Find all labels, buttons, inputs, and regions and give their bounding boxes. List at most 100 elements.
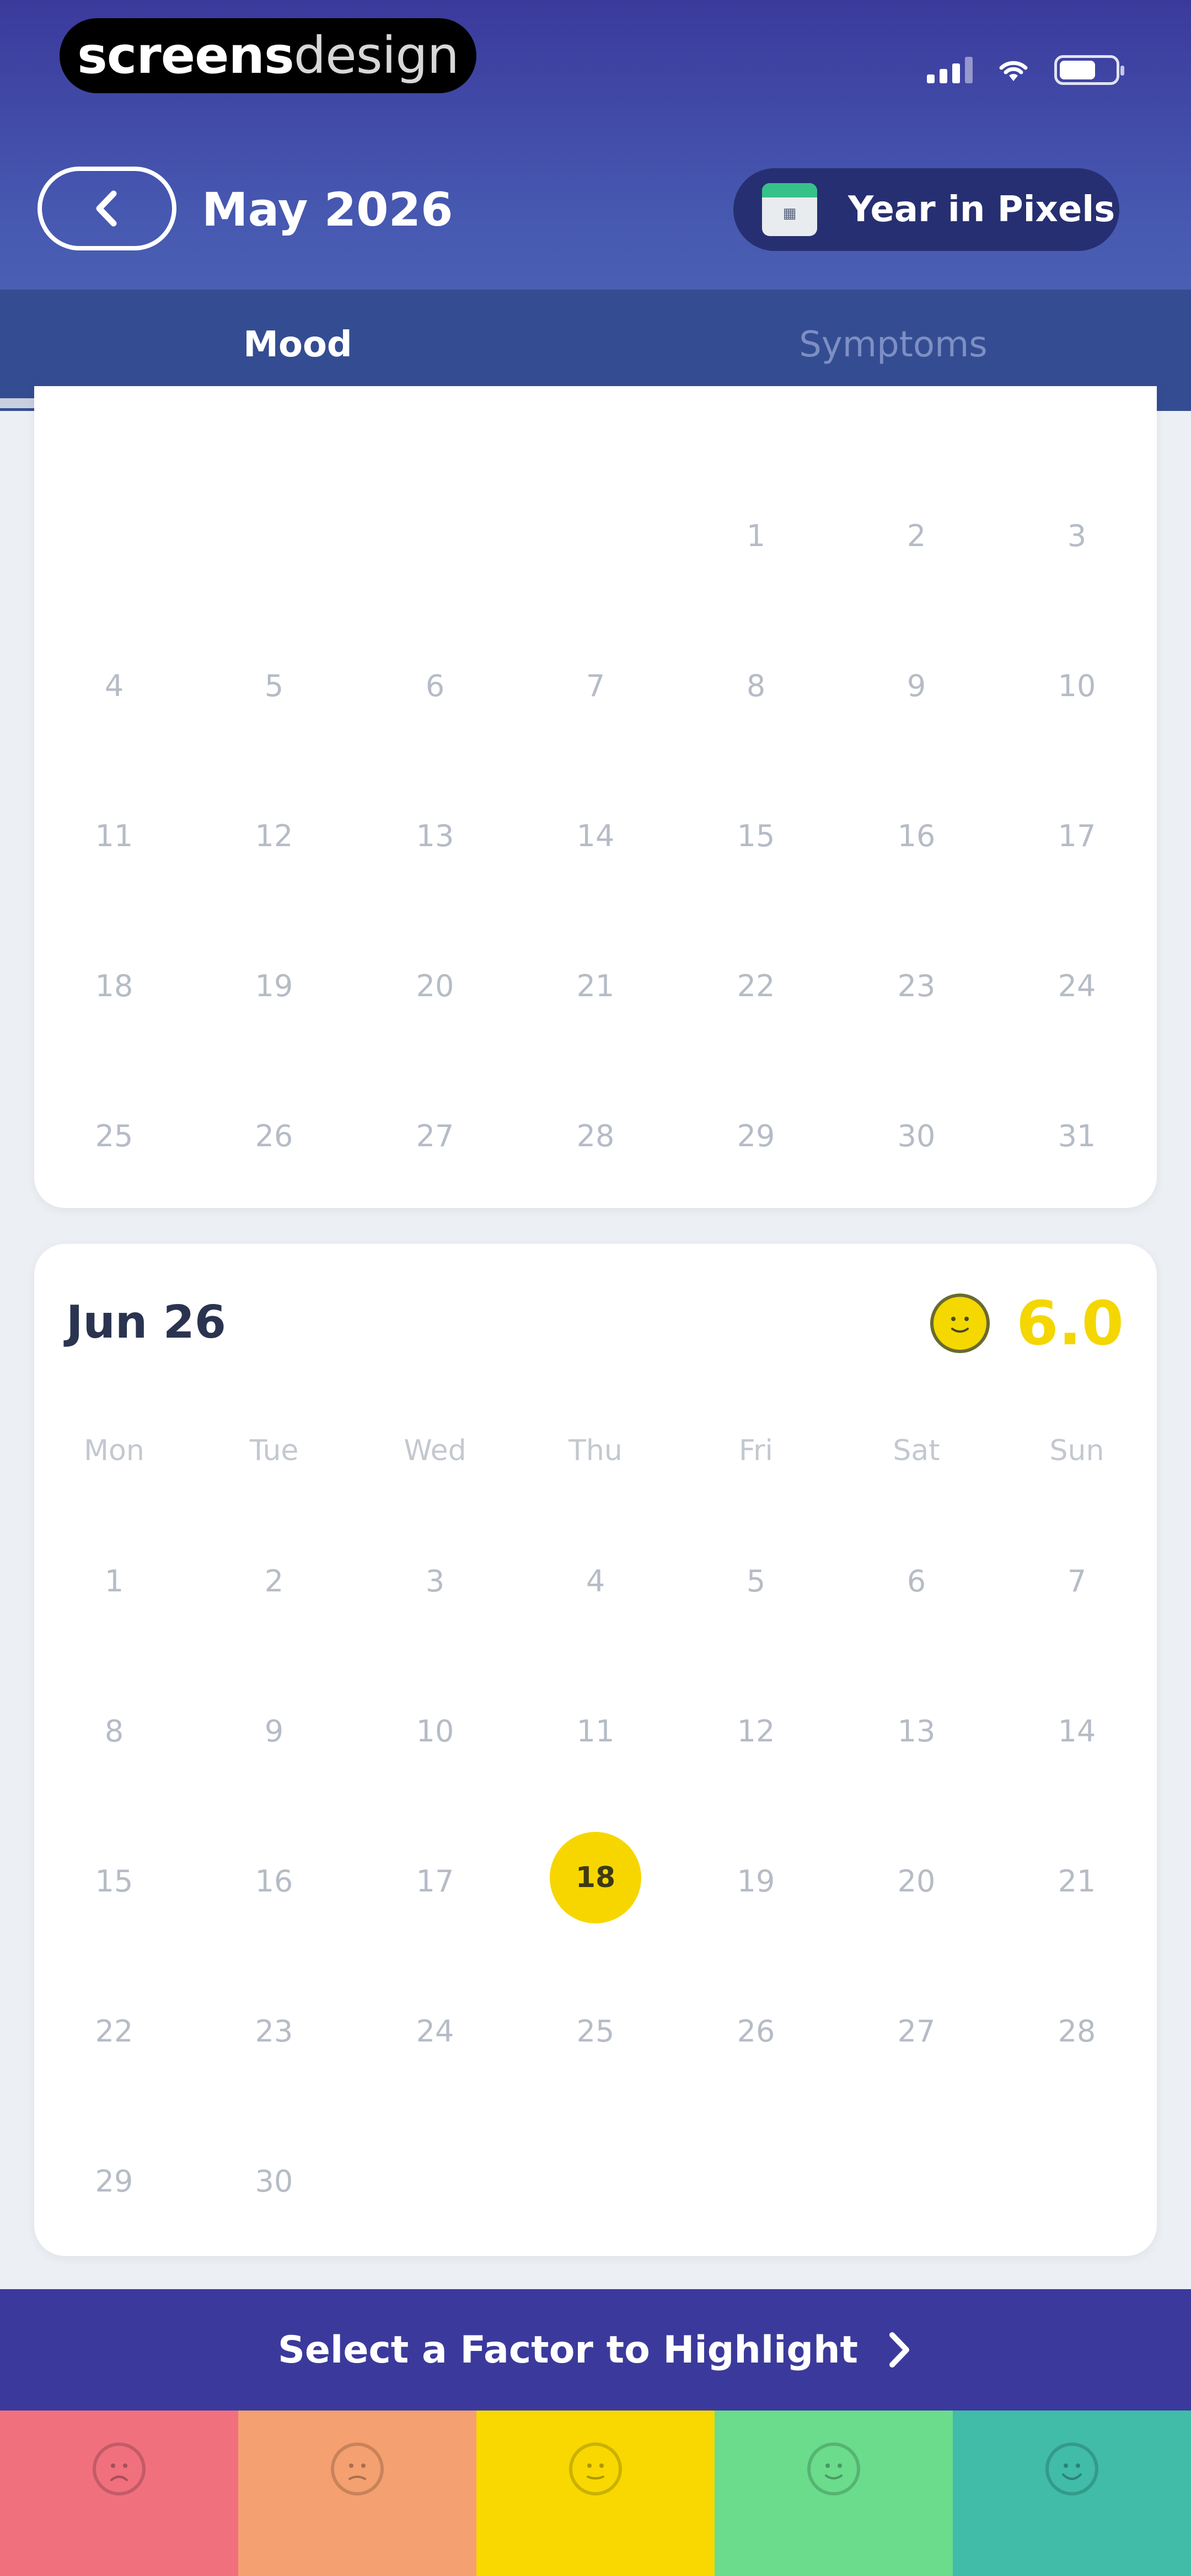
- average-mood-value: 6.0: [1016, 1288, 1124, 1359]
- may-day-cell[interactable]: 7: [516, 669, 675, 703]
- neutral-face-icon: [569, 2443, 622, 2495]
- may-calendar-card: 1 2 3 4 5 6 7 8 9 10 11 12 13 14 15 16 17 18 19 20 21 22 23 24 2…: [34, 386, 1157, 1208]
- average-mood: 6.0: [930, 1288, 1124, 1359]
- june-day-cell[interactable]: 10: [355, 1714, 515, 1749]
- june-day-cell[interactable]: 12: [676, 1714, 836, 1749]
- chevron-left-icon: [96, 190, 117, 227]
- weekday-label: Tue: [249, 1434, 299, 1467]
- select-factor-label: Select a Factor to Highlight: [277, 2328, 859, 2372]
- happy-face-icon: [807, 2443, 860, 2495]
- june-day-cell[interactable]: 13: [836, 1714, 996, 1749]
- very-happy-face-icon: [1045, 2443, 1098, 2495]
- june-day-cell[interactable]: 9: [194, 1714, 354, 1749]
- june-day-cell[interactable]: 7: [997, 1564, 1157, 1599]
- june-day-cell[interactable]: 29: [34, 2164, 194, 2199]
- wifi-icon: [997, 57, 1030, 83]
- june-day-cell[interactable]: 16: [194, 1864, 354, 1899]
- may-day-cell[interactable]: 6: [355, 669, 515, 703]
- mood-scale: [0, 2411, 1191, 2576]
- june-day-cell[interactable]: 17: [355, 1864, 515, 1899]
- weekday-label: Fri: [739, 1434, 773, 1467]
- may-day-cell[interactable]: 1: [676, 519, 836, 553]
- weekday-label: Wed: [404, 1434, 466, 1467]
- may-day-cell[interactable]: 21: [516, 969, 675, 1003]
- may-day-cell[interactable]: 10: [997, 669, 1157, 703]
- may-day-cell[interactable]: 3: [997, 519, 1157, 553]
- weekday-label: Thu: [568, 1434, 623, 1467]
- june-day-cell[interactable]: 6: [836, 1564, 996, 1599]
- may-day-cell[interactable]: 9: [836, 669, 996, 703]
- year-in-pixels-label: Year in Pixels: [848, 189, 1115, 230]
- june-day-cell[interactable]: 5: [676, 1564, 836, 1599]
- may-day-cell[interactable]: 27: [355, 1119, 515, 1153]
- chevron-right-icon: [889, 2332, 910, 2367]
- may-day-cell[interactable]: 4: [34, 669, 194, 703]
- selected-day[interactable]: 18: [550, 1832, 641, 1923]
- weekday-label: Sun: [1049, 1434, 1104, 1467]
- june-day-cell[interactable]: 8: [34, 1714, 194, 1749]
- may-day-cell[interactable]: 17: [997, 819, 1157, 853]
- june-day-cell[interactable]: 28: [997, 2014, 1157, 2049]
- june-day-cell[interactable]: 2: [194, 1564, 354, 1599]
- very-sad-face-icon: [93, 2443, 146, 2495]
- mood-option[interactable]: [238, 2411, 476, 2576]
- june-day-cell[interactable]: 24: [355, 2014, 515, 2049]
- june-day-cell[interactable]: 26: [676, 2014, 836, 2049]
- mood-option[interactable]: [476, 2411, 715, 2576]
- may-day-cell[interactable]: 12: [194, 819, 354, 853]
- may-day-cell[interactable]: 19: [194, 969, 354, 1003]
- june-day-cell[interactable]: 4: [516, 1564, 675, 1599]
- sad-face-icon: [331, 2443, 384, 2495]
- may-day-cell[interactable]: 25: [34, 1119, 194, 1153]
- june-day-cell[interactable]: 27: [836, 2014, 996, 2049]
- mood-option[interactable]: [715, 2411, 953, 2576]
- may-day-cell[interactable]: 15: [676, 819, 836, 853]
- page-title: May 2026: [202, 183, 453, 237]
- june-day-cell[interactable]: 30: [194, 2164, 354, 2199]
- may-day-cell[interactable]: 28: [516, 1119, 675, 1153]
- weekday-label: Sat: [893, 1434, 940, 1467]
- calendar-icon: ▦: [762, 183, 817, 236]
- june-day-cell[interactable]: 22: [34, 2014, 194, 2049]
- may-day-cell[interactable]: 31: [997, 1119, 1157, 1153]
- mood-option[interactable]: [953, 2411, 1191, 2576]
- june-calendar-card: Jun 26 6.0 Mon Tue Wed Thu Fri Sat Sun 1 2 3 4 5 6 7 8…: [34, 1244, 1157, 2256]
- may-day-cell[interactable]: 8: [676, 669, 836, 703]
- may-day-cell[interactable]: 29: [676, 1119, 836, 1153]
- status-bar: [927, 51, 1124, 89]
- june-day-cell[interactable]: 1: [34, 1564, 194, 1599]
- june-day-cell[interactable]: 14: [997, 1714, 1157, 1749]
- app-header: screensdesign May 2026 ▦ Year in Pixels: [0, 0, 1191, 290]
- june-day-cell[interactable]: 3: [355, 1564, 515, 1599]
- june-day-cell[interactable]: 23: [194, 2014, 354, 2049]
- june-day-cell[interactable]: 20: [836, 1864, 996, 1899]
- may-day-cell[interactable]: 26: [194, 1119, 354, 1153]
- screensdesign-logo: screensdesign: [60, 18, 476, 93]
- may-day-cell[interactable]: 2: [836, 519, 996, 553]
- signal-icon: [927, 57, 973, 83]
- june-day-cell[interactable]: 15: [34, 1864, 194, 1899]
- june-day-cell[interactable]: 25: [516, 2014, 675, 2049]
- select-factor-button[interactable]: Select a Factor to Highlight: [0, 2289, 1191, 2411]
- mood-option[interactable]: [0, 2411, 238, 2576]
- may-day-cell[interactable]: 18: [34, 969, 194, 1003]
- may-day-cell[interactable]: 16: [836, 819, 996, 853]
- may-day-cell[interactable]: 5: [194, 669, 354, 703]
- neutral-face-icon: [930, 1294, 990, 1353]
- may-day-cell[interactable]: 14: [516, 819, 675, 853]
- may-day-cell[interactable]: 11: [34, 819, 194, 853]
- may-day-cell[interactable]: 30: [836, 1119, 996, 1153]
- may-day-cell[interactable]: 24: [997, 969, 1157, 1003]
- may-day-cell[interactable]: 22: [676, 969, 836, 1003]
- month-card-title: Jun 26: [66, 1296, 226, 1349]
- weekday-label: Mon: [84, 1434, 144, 1467]
- may-day-cell[interactable]: 20: [355, 969, 515, 1003]
- may-day-cell[interactable]: 23: [836, 969, 996, 1003]
- year-in-pixels-button[interactable]: ▦ Year in Pixels: [733, 168, 1119, 251]
- back-button[interactable]: [37, 167, 176, 250]
- battery-icon: [1054, 55, 1124, 85]
- june-day-cell[interactable]: 19: [676, 1864, 836, 1899]
- may-day-cell[interactable]: 13: [355, 819, 515, 853]
- june-day-cell[interactable]: 11: [516, 1714, 675, 1749]
- june-day-cell[interactable]: 21: [997, 1864, 1157, 1899]
